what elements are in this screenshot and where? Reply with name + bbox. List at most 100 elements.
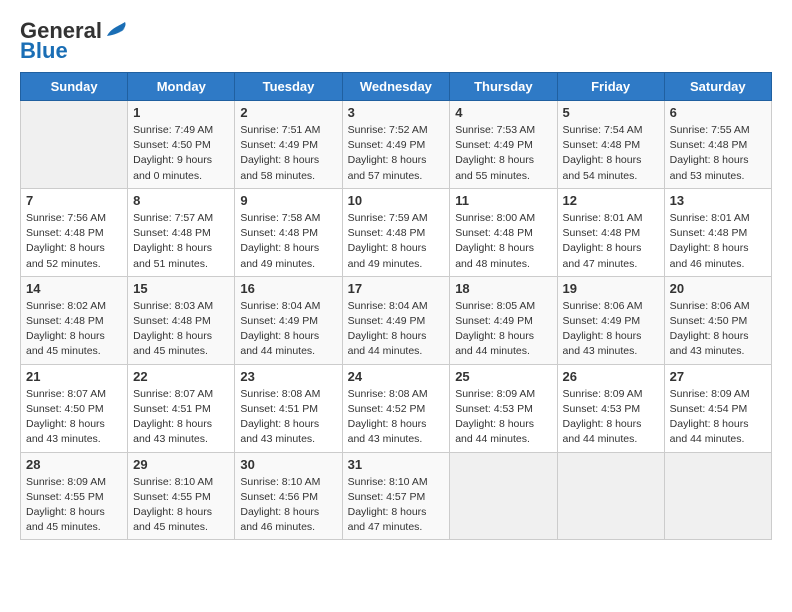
- day-of-week-header: Saturday: [664, 73, 771, 101]
- calendar-week-row: 1 Sunrise: 7:49 AMSunset: 4:50 PMDaylight…: [21, 101, 772, 189]
- day-number: 15: [133, 281, 229, 296]
- logo-wing-icon: [105, 18, 131, 40]
- day-number: 31: [348, 457, 445, 472]
- day-info: Sunrise: 8:10 AMSunset: 4:56 PMDaylight:…: [240, 475, 336, 536]
- calendar-cell: 17 Sunrise: 8:04 AMSunset: 4:49 PMDayligh…: [342, 276, 450, 364]
- calendar-week-row: 21 Sunrise: 8:07 AMSunset: 4:50 PMDayligh…: [21, 364, 772, 452]
- day-number: 30: [240, 457, 336, 472]
- day-number: 1: [133, 105, 229, 120]
- day-number: 25: [455, 369, 551, 384]
- day-number: 14: [26, 281, 122, 296]
- calendar-cell: 15 Sunrise: 8:03 AMSunset: 4:48 PMDayligh…: [128, 276, 235, 364]
- day-info: Sunrise: 7:54 AMSunset: 4:48 PMDaylight:…: [563, 123, 659, 184]
- day-number: 16: [240, 281, 336, 296]
- day-info: Sunrise: 8:09 AMSunset: 4:53 PMDaylight:…: [563, 387, 659, 448]
- day-of-week-header: Thursday: [450, 73, 557, 101]
- day-info: Sunrise: 8:10 AMSunset: 4:55 PMDaylight:…: [133, 475, 229, 536]
- day-info: Sunrise: 8:02 AMSunset: 4:48 PMDaylight:…: [26, 299, 122, 360]
- day-info: Sunrise: 8:09 AMSunset: 4:54 PMDaylight:…: [670, 387, 766, 448]
- day-info: Sunrise: 8:08 AMSunset: 4:51 PMDaylight:…: [240, 387, 336, 448]
- day-number: 18: [455, 281, 551, 296]
- calendar-cell: 5 Sunrise: 7:54 AMSunset: 4:48 PMDaylight…: [557, 101, 664, 189]
- calendar-cell: 22 Sunrise: 8:07 AMSunset: 4:51 PMDayligh…: [128, 364, 235, 452]
- page-header: General Blue: [20, 20, 772, 62]
- day-info: Sunrise: 8:01 AMSunset: 4:48 PMDaylight:…: [670, 211, 766, 272]
- day-number: 13: [670, 193, 766, 208]
- day-number: 27: [670, 369, 766, 384]
- calendar-cell: [450, 452, 557, 540]
- calendar-week-row: 7Sunrise: 7:56 AMSunset: 4:48 PMDaylight…: [21, 188, 772, 276]
- day-number: 19: [563, 281, 659, 296]
- day-number: 5: [563, 105, 659, 120]
- day-info: Sunrise: 7:59 AMSunset: 4:48 PMDaylight:…: [348, 211, 445, 272]
- calendar-week-row: 28Sunrise: 8:09 AMSunset: 4:55 PMDayligh…: [21, 452, 772, 540]
- calendar-cell: 13 Sunrise: 8:01 AMSunset: 4:48 PMDayligh…: [664, 188, 771, 276]
- day-of-week-header: Wednesday: [342, 73, 450, 101]
- calendar-cell: 27 Sunrise: 8:09 AMSunset: 4:54 PMDayligh…: [664, 364, 771, 452]
- day-info: Sunrise: 7:53 AMSunset: 4:49 PMDaylight:…: [455, 123, 551, 184]
- calendar-cell: 14 Sunrise: 8:02 AMSunset: 4:48 PMDayligh…: [21, 276, 128, 364]
- day-info: Sunrise: 8:07 AMSunset: 4:50 PMDaylight:…: [26, 387, 122, 448]
- calendar-cell: 29 Sunrise: 8:10 AMSunset: 4:55 PMDayligh…: [128, 452, 235, 540]
- calendar-header-row: SundayMondayTuesdayWednesdayThursdayFrid…: [21, 73, 772, 101]
- day-info: Sunrise: 8:04 AMSunset: 4:49 PMDaylight:…: [240, 299, 336, 360]
- day-number: 22: [133, 369, 229, 384]
- calendar-cell: 21 Sunrise: 8:07 AMSunset: 4:50 PMDayligh…: [21, 364, 128, 452]
- day-number: 9: [240, 193, 336, 208]
- day-of-week-header: Sunday: [21, 73, 128, 101]
- calendar-cell: 20 Sunrise: 8:06 AMSunset: 4:50 PMDayligh…: [664, 276, 771, 364]
- day-number: 6: [670, 105, 766, 120]
- calendar-week-row: 14 Sunrise: 8:02 AMSunset: 4:48 PMDayligh…: [21, 276, 772, 364]
- day-info: Sunrise: 7:52 AMSunset: 4:49 PMDaylight:…: [348, 123, 445, 184]
- day-info: Sunrise: 7:49 AMSunset: 4:50 PMDaylight:…: [133, 123, 229, 184]
- day-number: 8: [133, 193, 229, 208]
- day-number: 29: [133, 457, 229, 472]
- day-number: 2: [240, 105, 336, 120]
- day-info: Sunrise: 8:06 AMSunset: 4:49 PMDaylight:…: [563, 299, 659, 360]
- calendar-cell: 28Sunrise: 8:09 AMSunset: 4:55 PMDayligh…: [21, 452, 128, 540]
- calendar-cell: 23 Sunrise: 8:08 AMSunset: 4:51 PMDayligh…: [235, 364, 342, 452]
- calendar-cell: [21, 101, 128, 189]
- logo: General Blue: [20, 20, 131, 62]
- day-number: 21: [26, 369, 122, 384]
- calendar-cell: 30 Sunrise: 8:10 AMSunset: 4:56 PMDayligh…: [235, 452, 342, 540]
- day-info: Sunrise: 8:09 AMSunset: 4:53 PMDaylight:…: [455, 387, 551, 448]
- day-info: Sunrise: 7:57 AMSunset: 4:48 PMDaylight:…: [133, 211, 229, 272]
- day-info: Sunrise: 7:58 AMSunset: 4:48 PMDaylight:…: [240, 211, 336, 272]
- day-info: Sunrise: 7:51 AMSunset: 4:49 PMDaylight:…: [240, 123, 336, 184]
- day-of-week-header: Friday: [557, 73, 664, 101]
- calendar-table: SundayMondayTuesdayWednesdayThursdayFrid…: [20, 72, 772, 540]
- calendar-cell: 2 Sunrise: 7:51 AMSunset: 4:49 PMDaylight…: [235, 101, 342, 189]
- calendar-cell: 25 Sunrise: 8:09 AMSunset: 4:53 PMDayligh…: [450, 364, 557, 452]
- calendar-cell: 9 Sunrise: 7:58 AMSunset: 4:48 PMDaylight…: [235, 188, 342, 276]
- day-number: 23: [240, 369, 336, 384]
- day-of-week-header: Monday: [128, 73, 235, 101]
- calendar-cell: 16 Sunrise: 8:04 AMSunset: 4:49 PMDayligh…: [235, 276, 342, 364]
- calendar-cell: [557, 452, 664, 540]
- day-number: 17: [348, 281, 445, 296]
- day-info: Sunrise: 8:04 AMSunset: 4:49 PMDaylight:…: [348, 299, 445, 360]
- calendar-cell: 24 Sunrise: 8:08 AMSunset: 4:52 PMDayligh…: [342, 364, 450, 452]
- day-info: Sunrise: 8:00 AMSunset: 4:48 PMDaylight:…: [455, 211, 551, 272]
- day-number: 3: [348, 105, 445, 120]
- day-number: 26: [563, 369, 659, 384]
- calendar-cell: 10Sunrise: 7:59 AMSunset: 4:48 PMDayligh…: [342, 188, 450, 276]
- day-number: 20: [670, 281, 766, 296]
- day-info: Sunrise: 8:06 AMSunset: 4:50 PMDaylight:…: [670, 299, 766, 360]
- calendar-cell: 31Sunrise: 8:10 AMSunset: 4:57 PMDayligh…: [342, 452, 450, 540]
- calendar-cell: 6 Sunrise: 7:55 AMSunset: 4:48 PMDaylight…: [664, 101, 771, 189]
- day-info: Sunrise: 8:03 AMSunset: 4:48 PMDaylight:…: [133, 299, 229, 360]
- day-number: 11: [455, 193, 551, 208]
- day-of-week-header: Tuesday: [235, 73, 342, 101]
- day-info: Sunrise: 8:09 AMSunset: 4:55 PMDaylight:…: [26, 475, 122, 536]
- day-number: 4: [455, 105, 551, 120]
- calendar-cell: 11 Sunrise: 8:00 AMSunset: 4:48 PMDayligh…: [450, 188, 557, 276]
- calendar-cell: 12Sunrise: 8:01 AMSunset: 4:48 PMDayligh…: [557, 188, 664, 276]
- day-info: Sunrise: 8:07 AMSunset: 4:51 PMDaylight:…: [133, 387, 229, 448]
- calendar-cell: 26 Sunrise: 8:09 AMSunset: 4:53 PMDayligh…: [557, 364, 664, 452]
- day-info: Sunrise: 8:08 AMSunset: 4:52 PMDaylight:…: [348, 387, 445, 448]
- day-info: Sunrise: 7:56 AMSunset: 4:48 PMDaylight:…: [26, 211, 122, 272]
- calendar-cell: 1 Sunrise: 7:49 AMSunset: 4:50 PMDaylight…: [128, 101, 235, 189]
- day-info: Sunrise: 7:55 AMSunset: 4:48 PMDaylight:…: [670, 123, 766, 184]
- day-number: 24: [348, 369, 445, 384]
